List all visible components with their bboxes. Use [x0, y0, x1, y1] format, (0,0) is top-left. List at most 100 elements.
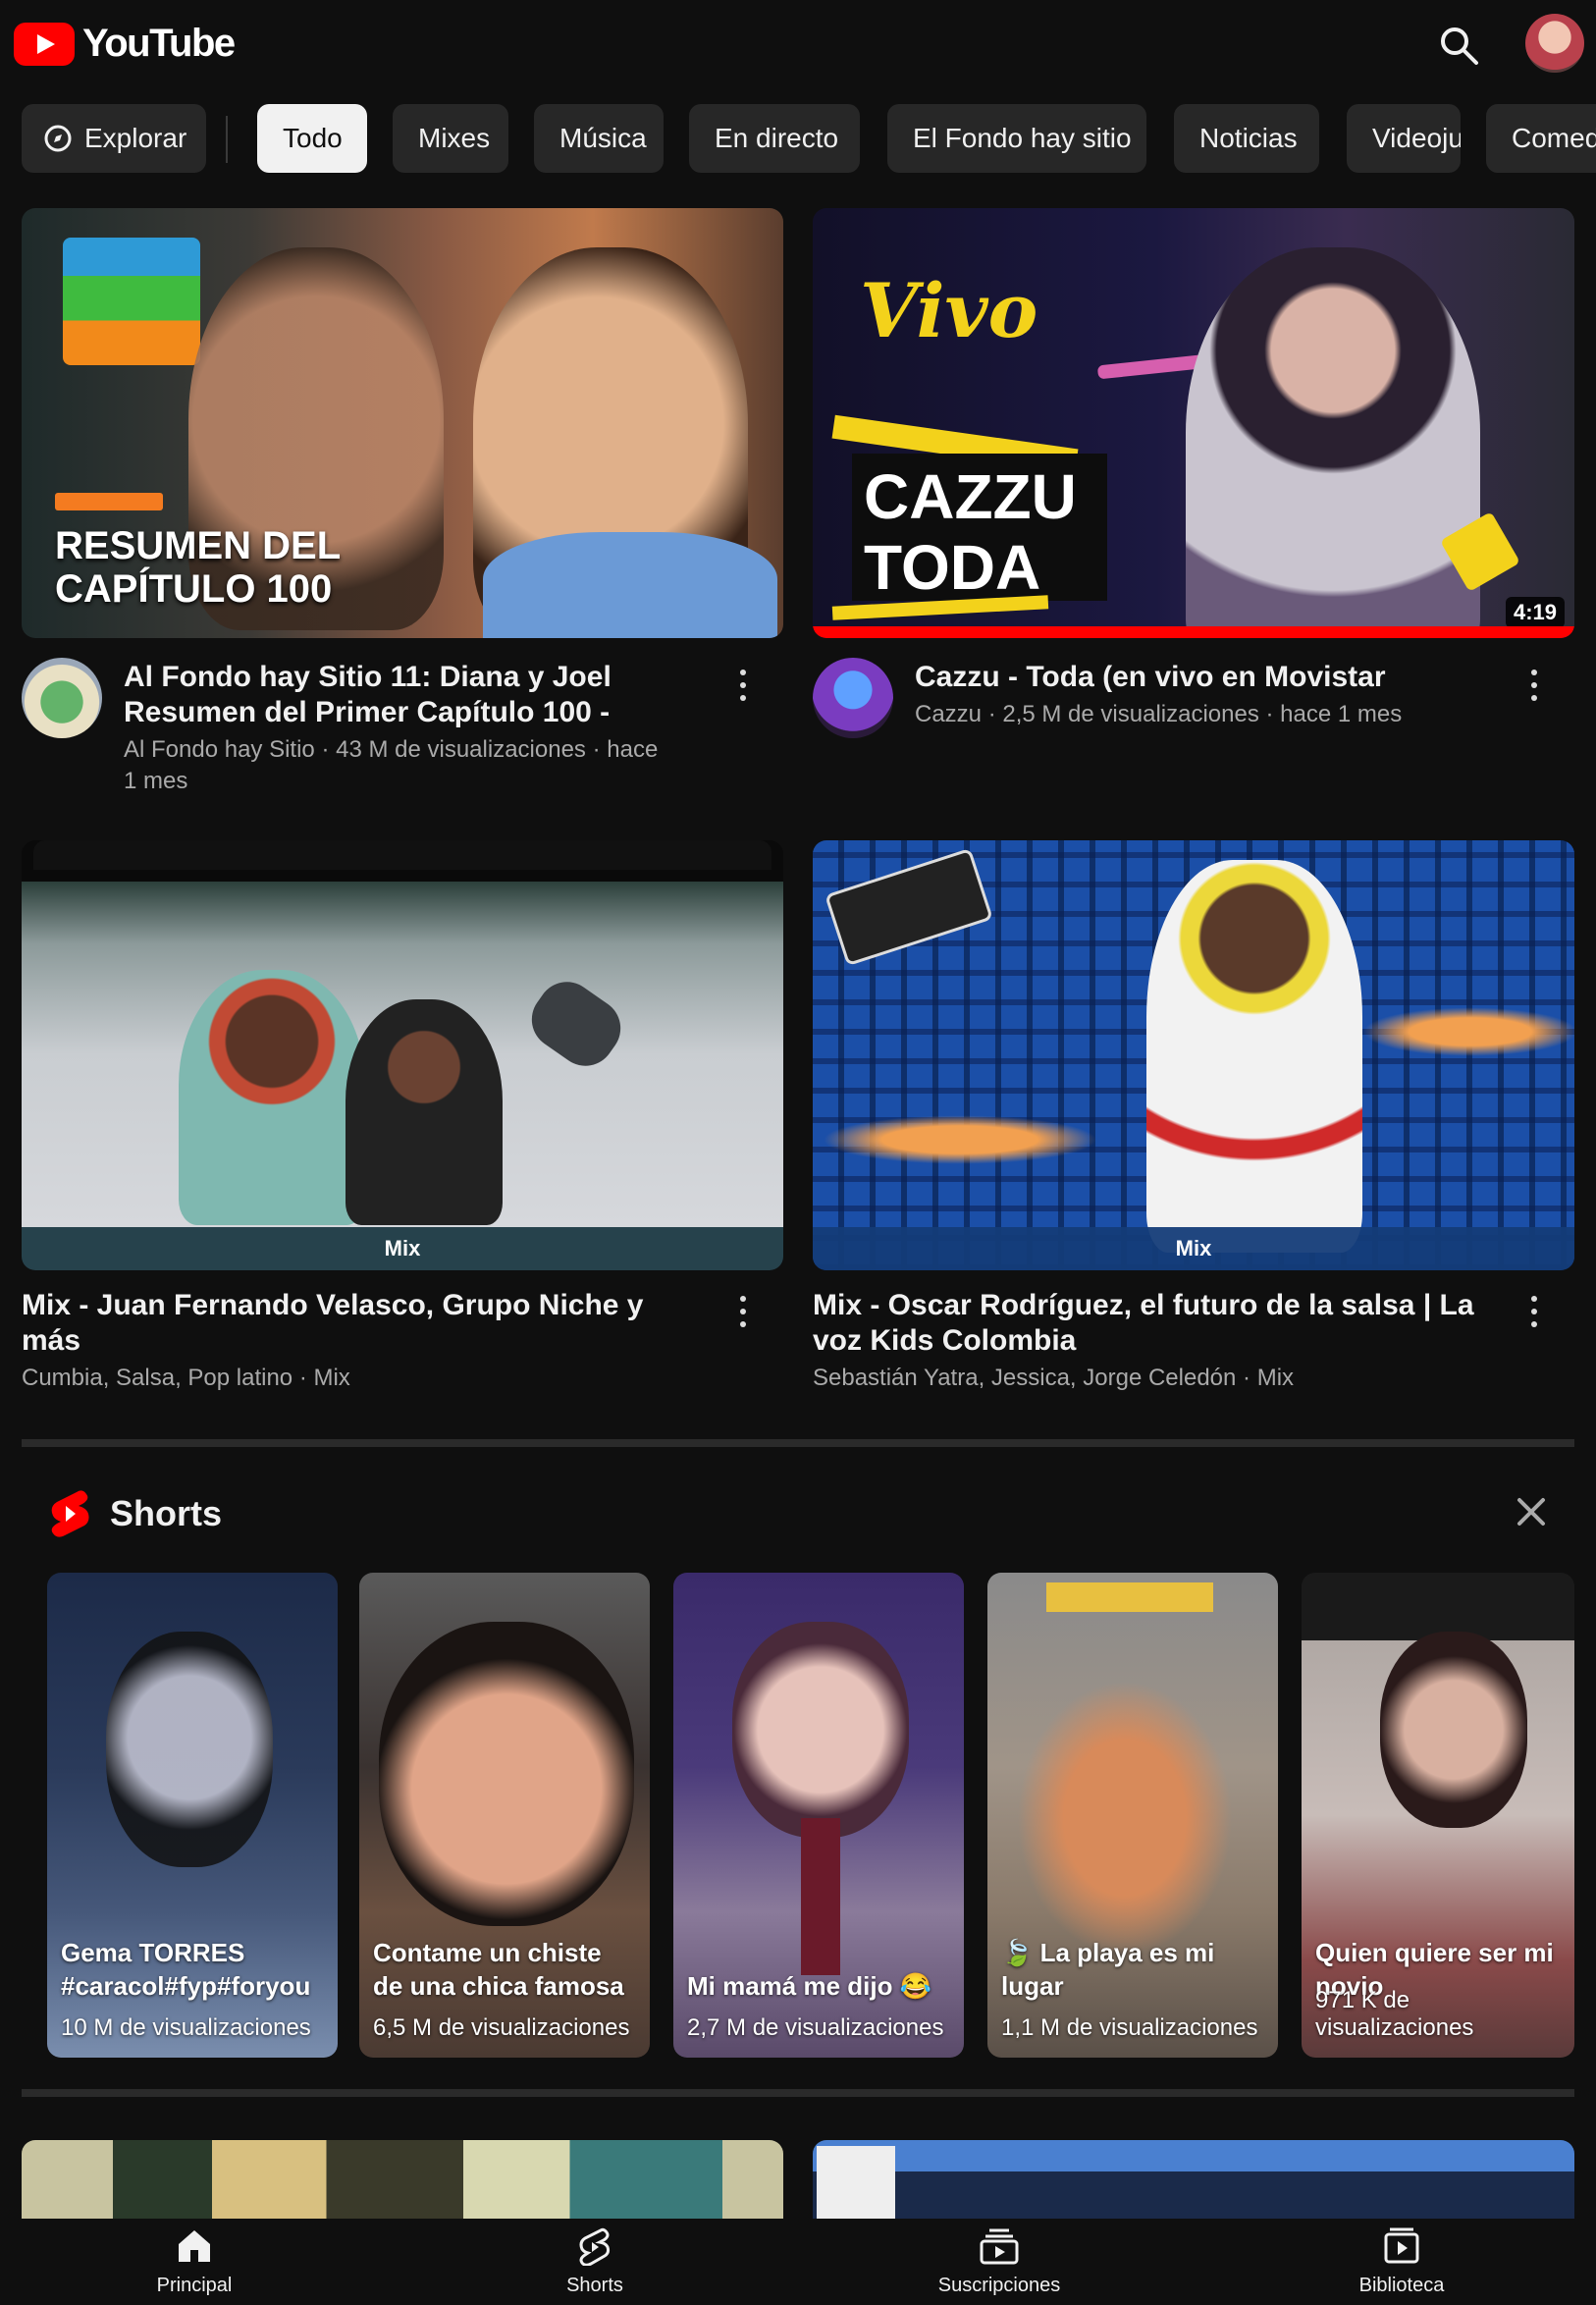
upload-age: hace 1 mes: [1280, 701, 1403, 727]
chip-videogames[interactable]: Videojuegos: [1347, 104, 1461, 173]
channel-avatar[interactable]: [22, 658, 102, 738]
video-title[interactable]: Al Fondo hay Sitio 11: Diana y Joel Resu…: [124, 660, 673, 730]
video-title[interactable]: Cazzu - Toda (en vivo en Movistar Arena): [915, 660, 1484, 695]
video-card[interactable]: RESUMEN DEL CAPÍTULO 100 Al Fondo hay Si…: [22, 208, 783, 797]
mix-thumbnail[interactable]: Mix: [22, 840, 783, 1270]
thumb-overlay-text: CAZZU TODA: [864, 461, 1077, 603]
youtube-play-icon: [14, 22, 75, 66]
orange-tag: [55, 493, 163, 510]
duration-badge: 4:19: [1505, 597, 1565, 628]
shorts-icon: [579, 2227, 611, 2267]
close-icon[interactable]: [1512, 1492, 1551, 1531]
spotlight-right: [1362, 1007, 1574, 1056]
video-thumbnail[interactable]: RESUMEN DEL CAPÍTULO 100: [22, 208, 783, 638]
nav-library[interactable]: Biblioteca: [1303, 2226, 1500, 2297]
nav-shorts[interactable]: Shorts: [497, 2226, 693, 2297]
more-options-icon[interactable]: [1529, 670, 1539, 709]
chip-mixes[interactable]: Mixes: [393, 104, 508, 173]
spotlight: [823, 1115, 1097, 1164]
chip-label: En directo: [715, 123, 839, 153]
short-face: [732, 1622, 909, 1838]
chip-label: Explorar: [84, 123, 187, 153]
more-options-icon[interactable]: [1529, 1296, 1539, 1335]
account-avatar[interactable]: [1525, 14, 1584, 73]
shirt-shape: [483, 532, 777, 638]
chips-divider: [226, 116, 228, 163]
video-title[interactable]: Mix - Juan Fernando Velasco, Grupo Niche…: [22, 1288, 709, 1359]
shorts-section-label: Shorts: [110, 1493, 223, 1533]
chip-al-fondo[interactable]: El Fondo hay sitio: [887, 104, 1146, 173]
short-card[interactable]: Quien quiere ser mi novio 971 K de visua…: [1302, 1573, 1574, 2058]
show-logo-badge: [63, 238, 200, 365]
short-card[interactable]: Contame un chiste de una chica famosa 6,…: [359, 1573, 650, 2058]
mix-label-bar: Mix: [813, 1227, 1574, 1270]
chip-live[interactable]: En directo: [689, 104, 860, 173]
short-face: [379, 1622, 634, 1926]
mix-artists: Cumbia, Salsa, Pop latino: [22, 1365, 293, 1391]
section-divider: [22, 2089, 1574, 2097]
thumb-overlay-text: RESUMEN DEL CAPÍTULO 100: [55, 524, 341, 611]
person-left: [179, 970, 365, 1225]
short-views: 1,1 M de visualizaciones: [1001, 2014, 1258, 2041]
channel-avatar[interactable]: [813, 658, 893, 738]
mix-thumbnail[interactable]: Mix: [813, 840, 1574, 1270]
shorts-header: Shorts: [47, 1484, 222, 1543]
chip-label: Comedia: [1512, 123, 1596, 153]
short-face: [1380, 1632, 1527, 1828]
video-title[interactable]: Mix - Oscar Rodríguez, el futuro de la s…: [813, 1288, 1500, 1359]
person-right: [346, 999, 503, 1225]
short-card[interactable]: Gema TORRES #caracol#fyp#foryou 10 M de …: [47, 1573, 338, 2058]
video-meta: Cazzu · 2,5 M de visualizaciones · hace …: [915, 701, 1403, 727]
short-title: Contame un chiste de una chica famosa: [373, 1938, 624, 2001]
short-views: 971 K de visualizaciones: [1315, 1987, 1474, 2041]
mix-card[interactable]: Mix Mix - Oscar Rodríguez, el futuro de …: [813, 840, 1574, 1400]
chip-label: Noticias: [1199, 123, 1298, 153]
chip-music[interactable]: Música: [534, 104, 664, 173]
chip-todo[interactable]: Todo: [257, 104, 367, 173]
singer-figure: [1186, 247, 1480, 638]
channel-name: Al Fondo hay Sitio: [124, 736, 315, 763]
shoe-shape: [520, 970, 632, 1078]
more-options-icon[interactable]: [738, 670, 748, 709]
short-title: 🍃 La playa es mi lugar: [1001, 1938, 1215, 2001]
chip-label: El Fondo hay sitio: [913, 123, 1132, 153]
mix-artists: Sebastián Yatra, Jessica, Jorge Celedón: [813, 1365, 1237, 1391]
mix-label: Mix: [384, 1236, 421, 1260]
mix-stack-edge: [33, 840, 771, 870]
video-thumbnail-peek[interactable]: [813, 2140, 1574, 2219]
channel-name: Cazzu: [915, 701, 983, 727]
search-icon[interactable]: [1435, 22, 1482, 69]
youtube-logo[interactable]: YouTube: [14, 22, 236, 66]
short-card[interactable]: 🍃 La playa es mi lugar 1,1 M de visualiz…: [987, 1573, 1278, 2058]
short-tie: [801, 1818, 840, 1975]
chip-comedy[interactable]: Comedia: [1486, 104, 1596, 173]
video-card[interactable]: Vivo CAZZU TODA 4:19 Cazzu - Toda (en vi…: [813, 208, 1574, 797]
nav-label: Biblioteca: [1358, 2275, 1445, 2296]
nav-label: Shorts: [566, 2275, 623, 2296]
shorts-logo-icon: [51, 1490, 89, 1537]
video-thumbnail[interactable]: Vivo CAZZU TODA 4:19: [813, 208, 1574, 638]
more-options-icon[interactable]: [738, 1296, 748, 1335]
logo-text: YouTube: [82, 22, 236, 65]
compass-icon: [44, 125, 72, 152]
home-icon: [179, 2230, 210, 2262]
mix-card[interactable]: Mix Mix - Juan Fernando Velasco, Grupo N…: [22, 840, 783, 1400]
chip-label: Música: [559, 123, 647, 153]
chip-label: Videojuegos: [1372, 123, 1461, 153]
short-card[interactable]: Mi mamá me dijo 😂 2,7 M de visualizacion…: [673, 1573, 964, 2058]
video-thumbnail-peek[interactable]: [22, 2140, 783, 2219]
chip-explore[interactable]: Explorar: [22, 104, 206, 173]
chip-news[interactable]: Noticias: [1174, 104, 1319, 173]
nav-subscriptions[interactable]: Suscripciones: [901, 2226, 1097, 2297]
short-figures: [1017, 1681, 1233, 1956]
subscriptions-icon: [980, 2228, 1019, 2265]
short-face: [106, 1632, 273, 1867]
nav-home[interactable]: Principal: [96, 2226, 293, 2297]
video-meta: Sebastián Yatra, Jessica, Jorge Celedón …: [813, 1365, 1295, 1391]
short-banner: [1046, 1582, 1213, 1612]
nav-label: Suscripciones: [937, 2275, 1061, 2296]
peek-white-block: [817, 2146, 895, 2219]
library-icon: [1384, 2227, 1419, 2264]
chip-label: Mixes: [418, 123, 491, 153]
watch-progress-bar: [813, 626, 1574, 638]
